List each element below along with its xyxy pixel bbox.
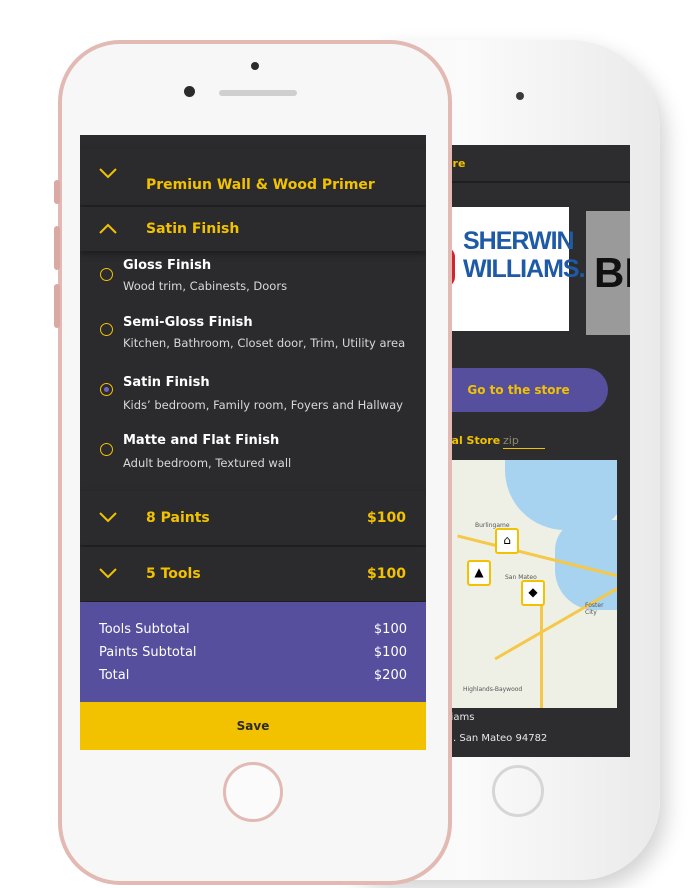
earpiece [219, 90, 297, 96]
option-desc: Wood trim, Cabinests, Doors [123, 279, 288, 293]
chevron-down-icon [98, 167, 118, 183]
option-desc: Adult bedroom, Textured wall [123, 456, 292, 470]
option-desc: Kitchen, Bathroom, Closet door, Trim, Ut… [123, 336, 406, 350]
local-store-label: cal Store [445, 434, 501, 447]
paints-subtotal-label: Paints Subtotal [99, 645, 197, 660]
brand-name-partial: BE [594, 249, 630, 296]
volume-down-button [54, 284, 60, 328]
store-pin-bear-icon[interactable]: ◆ [521, 580, 545, 606]
store-map[interactable]: ⌂ ▲ ◆ Burlingame San Mateo Foster City H… [445, 460, 617, 708]
map-label-foster-city: Foster City [585, 602, 604, 616]
map-label-burlingame: Burlingame [475, 522, 510, 529]
map-bay-water [555, 520, 617, 610]
map-label-san-mateo: San Mateo [505, 574, 537, 581]
brand-name: SHERWIN WILLIAMS. [463, 227, 586, 283]
chevron-down-icon [98, 567, 118, 583]
save-button[interactable]: Save [80, 702, 426, 750]
back-phone-camera [516, 92, 524, 100]
paints-subtotal-value: $100 [373, 645, 407, 660]
store-pin-triangle-icon[interactable]: ▲ [467, 560, 491, 586]
brand-card-next[interactable]: BE [586, 211, 630, 335]
back-phone-screen: ore SHERWIN WILLIAMS. BE Go to the store… [445, 145, 630, 757]
zip-input[interactable] [503, 432, 545, 449]
store-pin-sherwin-icon[interactable]: ⌂ [495, 528, 519, 554]
brand-card-sherwin-williams[interactable]: SHERWIN WILLIAMS. [445, 207, 586, 331]
store-address-partial: . San Mateo 94782 [453, 733, 548, 744]
accordion-paints[interactable]: 8 Paints $100 [80, 491, 426, 545]
accordion-tools[interactable]: 5 Tools $100 [80, 547, 426, 601]
mute-switch [54, 180, 60, 204]
front-phone-screen: Premiun Wall & Wood Primer Satin Finish … [80, 135, 426, 750]
tools-subtotal-label: Tools Subtotal [99, 622, 190, 637]
accordion-primer-label: Premiun Wall & Wood Primer [146, 177, 375, 193]
chevron-up-icon [98, 223, 118, 239]
radio-semi-gloss[interactable] [100, 323, 113, 336]
radio-satin[interactable] [100, 383, 113, 396]
tools-subtotal-value: $100 [373, 622, 407, 637]
map-road [540, 590, 543, 708]
header-divider [445, 181, 630, 183]
back-home-button [492, 765, 544, 817]
option-title: Gloss Finish [123, 258, 212, 273]
front-camera [184, 86, 195, 97]
option-title: Matte and Flat Finish [123, 433, 280, 448]
tools-price: $100 [367, 566, 406, 582]
total-value: $200 [373, 668, 407, 683]
go-to-store-button[interactable]: Go to the store [445, 368, 608, 412]
map-label-highlands: Highlands-Baywood [463, 686, 523, 693]
volume-up-button [54, 226, 60, 270]
paints-price: $100 [367, 510, 406, 526]
option-title: Semi-Gloss Finish [123, 315, 253, 330]
radio-matte[interactable] [100, 443, 113, 456]
accordion-primer[interactable]: Premiun Wall & Wood Primer [80, 149, 426, 205]
front-sensor [251, 62, 259, 70]
option-title: Satin Finish [123, 375, 210, 390]
radio-gloss[interactable] [100, 268, 113, 281]
accordion-paints-label: 8 Paints [146, 510, 210, 526]
accordion-finish-label: Satin Finish [146, 221, 240, 237]
accordion-tools-label: 5 Tools [146, 566, 201, 582]
order-summary: Tools Subtotal $100 Paints Subtotal $100… [80, 602, 426, 702]
chevron-down-icon [98, 511, 118, 527]
home-button[interactable] [223, 762, 283, 822]
option-desc: Kids’ bedroom, Family room, Foyers and H… [123, 398, 403, 412]
accordion-finish[interactable]: Satin Finish [80, 207, 426, 251]
total-label: Total [99, 668, 130, 683]
